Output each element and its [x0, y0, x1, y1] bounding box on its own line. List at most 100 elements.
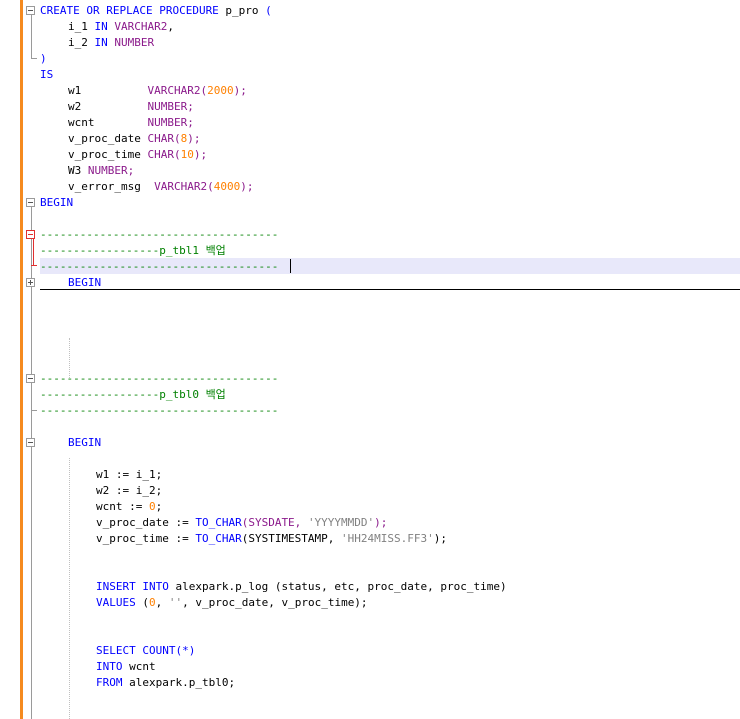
code-line[interactable]: ------------------p_tbl0 백업: [40, 387, 226, 403]
code-line[interactable]: wcnt := 0;: [96, 499, 162, 515]
code-token: SELECT: [96, 644, 136, 657]
code-line[interactable]: CREATE OR REPLACE PROCEDURE p_pro (: [40, 3, 272, 19]
code-token: VARCHAR2: [154, 180, 208, 193]
fold-minus-icon[interactable]: [26, 6, 35, 15]
fold-guide-line: [31, 15, 32, 58]
code-token: COUNT: [142, 644, 176, 657]
code-token: (*): [175, 644, 196, 657]
code-line[interactable]: v_proc_time := TO_CHAR(SYSTIMESTAMP, 'HH…: [96, 531, 447, 547]
code-token: ): [40, 52, 47, 65]
code-token: );: [374, 516, 388, 529]
code-line[interactable]: FROM alexpark.p_tbl0;: [96, 675, 235, 691]
code-line[interactable]: ): [40, 51, 47, 67]
code-line[interactable]: ------------------------------------: [40, 259, 278, 275]
code-token: (: [135, 596, 149, 609]
code-line[interactable]: INTO wcnt: [96, 659, 156, 675]
fold-minus-icon[interactable]: [26, 438, 35, 447]
code-token: ,: [155, 596, 169, 609]
folded-region-separator: [40, 289, 740, 290]
code-token: wcnt: [68, 116, 148, 129]
code-token: NUMBER: [147, 116, 188, 129]
code-token: 'HH24MISS.FF3': [341, 532, 434, 545]
code-line[interactable]: BEGIN: [68, 435, 101, 451]
left-margin: [0, 0, 20, 719]
code-token: i_2: [68, 36, 95, 49]
code-line[interactable]: INSERT INTO alexpark.p_log (status, etc,…: [96, 579, 507, 595]
code-token: wcnt: [122, 660, 156, 673]
fold-end-marker: [31, 265, 37, 266]
code-line[interactable]: v_error_msg VARCHAR2(4000);: [68, 179, 253, 195]
code-token: v_proc_date: [68, 132, 148, 145]
code-token: (: [173, 132, 181, 145]
fold-guide-line: [33, 239, 34, 265]
fold-plus-icon[interactable]: [26, 278, 35, 287]
code-line[interactable]: v_proc_date := TO_CHAR(SYSDATE, 'YYYYMMD…: [96, 515, 387, 531]
code-token: '': [168, 596, 183, 609]
code-token: TO_CHAR: [195, 516, 242, 529]
code-token: w1: [68, 84, 148, 97]
code-token: BEGIN: [68, 276, 102, 289]
code-line[interactable]: BEGIN: [68, 275, 101, 291]
code-token: (SYSDATE,: [241, 516, 308, 529]
code-token: ------------------------------------: [40, 404, 279, 417]
code-token: VALUES: [96, 596, 136, 609]
code-token: ------------------------------------: [40, 372, 279, 385]
code-token: NUMBER: [147, 100, 188, 113]
code-token: v_proc_date :=: [96, 516, 196, 529]
code-token: INSERT INTO: [96, 580, 169, 593]
code-line[interactable]: ------------------p_tbl1 백업: [40, 243, 226, 259]
code-line[interactable]: v_proc_date CHAR(8);: [68, 131, 200, 147]
code-line[interactable]: ------------------------------------: [40, 371, 278, 387]
code-line[interactable]: w2 := i_2;: [96, 483, 162, 499]
code-line[interactable]: wcnt NUMBER;: [68, 115, 194, 131]
code-token: i_1: [68, 20, 95, 33]
code-token: );: [433, 532, 448, 545]
code-token: w1 := i_1;: [96, 468, 163, 481]
code-token: );: [187, 132, 201, 145]
code-line[interactable]: v_proc_time CHAR(10);: [68, 147, 207, 163]
code-token: (: [173, 148, 181, 161]
code-line[interactable]: w1 VARCHAR2(2000);: [68, 83, 247, 99]
code-token: v_error_msg: [68, 180, 155, 193]
code-line[interactable]: W3 NUMBER;: [68, 163, 134, 179]
code-token: );: [233, 84, 247, 97]
code-line[interactable]: i_1 IN VARCHAR2,: [68, 19, 174, 35]
code-token: IS: [40, 68, 54, 81]
code-line[interactable]: ------------------------------------: [40, 403, 278, 419]
fold-minus-icon[interactable]: [26, 374, 35, 383]
code-line[interactable]: w2 NUMBER;: [68, 99, 194, 115]
code-line[interactable]: ------------------------------------: [40, 227, 278, 243]
code-token: 0: [148, 500, 156, 513]
code-token: p_pro: [218, 4, 266, 17]
code-token: wcnt :=: [96, 500, 149, 513]
code-line[interactable]: IS: [40, 67, 53, 83]
code-token: W3: [68, 164, 88, 177]
code-token: alexpark.p_log (status, etc, proc_date, …: [168, 580, 507, 593]
code-token: );: [193, 148, 208, 161]
code-token: ------------------p_tbl1 백업: [40, 244, 226, 257]
code-token: ------------------------------------: [40, 260, 279, 273]
indent-guide: [69, 458, 70, 719]
code-line[interactable]: VALUES (0, '', v_proc_date, v_proc_time)…: [96, 595, 368, 611]
code-token: ------------------------------------: [40, 228, 279, 241]
fold-end-marker: [31, 58, 37, 59]
text-cursor: [290, 259, 291, 273]
code-token: VARCHAR2: [147, 84, 201, 97]
code-line[interactable]: BEGIN: [40, 195, 73, 211]
code-token: NUMBER: [114, 36, 155, 49]
code-token: IN: [94, 36, 108, 49]
code-line[interactable]: w1 := i_1;: [96, 467, 162, 483]
code-token: 10: [180, 148, 194, 161]
code-token: TO_CHAR: [195, 532, 242, 545]
code-token: CHAR: [147, 148, 174, 161]
code-line[interactable]: i_2 IN NUMBER: [68, 35, 154, 51]
code-token: v_proc_time: [68, 148, 148, 161]
code-token: alexpark.p_tbl0;: [122, 676, 236, 689]
code-token: 4000: [213, 180, 241, 193]
code-token: w2 := i_2;: [96, 484, 163, 497]
fold-minus-icon[interactable]: [26, 198, 35, 207]
code-token: ;: [127, 164, 135, 177]
fold-minus-icon[interactable]: [26, 230, 35, 239]
code-token: NUMBER: [87, 164, 128, 177]
code-line[interactable]: SELECT COUNT(*): [96, 643, 195, 659]
